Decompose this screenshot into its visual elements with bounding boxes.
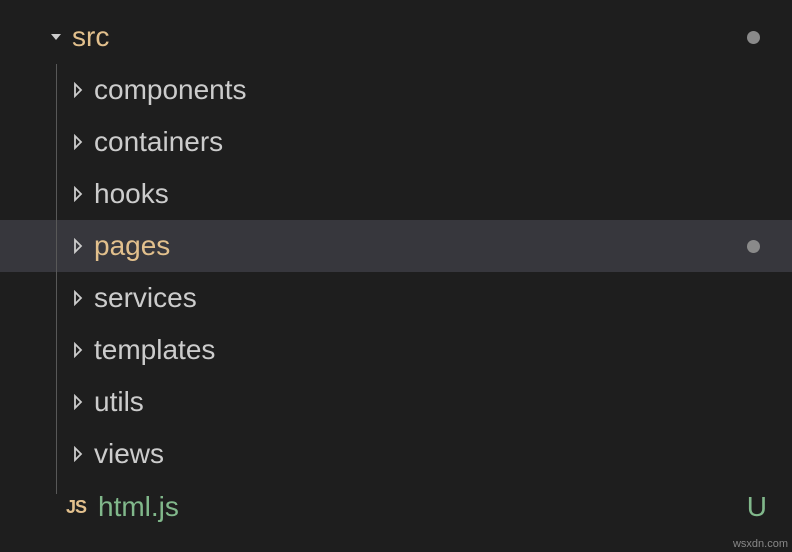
chevron-right-icon bbox=[68, 80, 88, 100]
tree-folder-hooks[interactable]: hooks bbox=[0, 168, 792, 220]
file-tree: src components containers hooks bbox=[0, 0, 792, 552]
modified-dot-icon bbox=[747, 240, 760, 253]
folder-label: views bbox=[94, 440, 164, 468]
chevron-right-icon bbox=[68, 340, 88, 360]
tree-folder-src[interactable]: src bbox=[0, 10, 792, 64]
chevron-right-icon bbox=[68, 132, 88, 152]
modified-dot-icon bbox=[747, 31, 760, 44]
watermark: wsxdn.com bbox=[733, 538, 788, 550]
folder-label: hooks bbox=[94, 180, 169, 208]
chevron-right-icon bbox=[68, 288, 88, 308]
tree-file-html-js[interactable]: JS html.js U bbox=[0, 480, 792, 534]
folder-label: templates bbox=[94, 336, 215, 364]
tree-folder-containers[interactable]: containers bbox=[0, 116, 792, 168]
chevron-right-icon bbox=[68, 444, 88, 464]
folder-label: utils bbox=[94, 388, 144, 416]
folder-label: pages bbox=[94, 232, 170, 260]
tree-folder-utils[interactable]: utils bbox=[0, 376, 792, 428]
chevron-right-icon bbox=[68, 236, 88, 256]
file-label: html.js bbox=[98, 493, 179, 521]
tree-folder-templates[interactable]: templates bbox=[0, 324, 792, 376]
folder-label: containers bbox=[94, 128, 223, 156]
tree-folder-services[interactable]: services bbox=[0, 272, 792, 324]
tree-folder-components[interactable]: components bbox=[0, 64, 792, 116]
tree-folder-pages[interactable]: pages bbox=[0, 220, 792, 272]
tree-folder-views[interactable]: views bbox=[0, 428, 792, 480]
chevron-down-icon bbox=[46, 27, 66, 47]
js-file-icon: JS bbox=[62, 497, 90, 518]
chevron-right-icon bbox=[68, 392, 88, 412]
folder-label: src bbox=[72, 23, 109, 51]
folder-label: components bbox=[94, 76, 247, 104]
git-status-untracked: U bbox=[747, 491, 767, 523]
chevron-right-icon bbox=[68, 184, 88, 204]
folder-label: services bbox=[94, 284, 197, 312]
